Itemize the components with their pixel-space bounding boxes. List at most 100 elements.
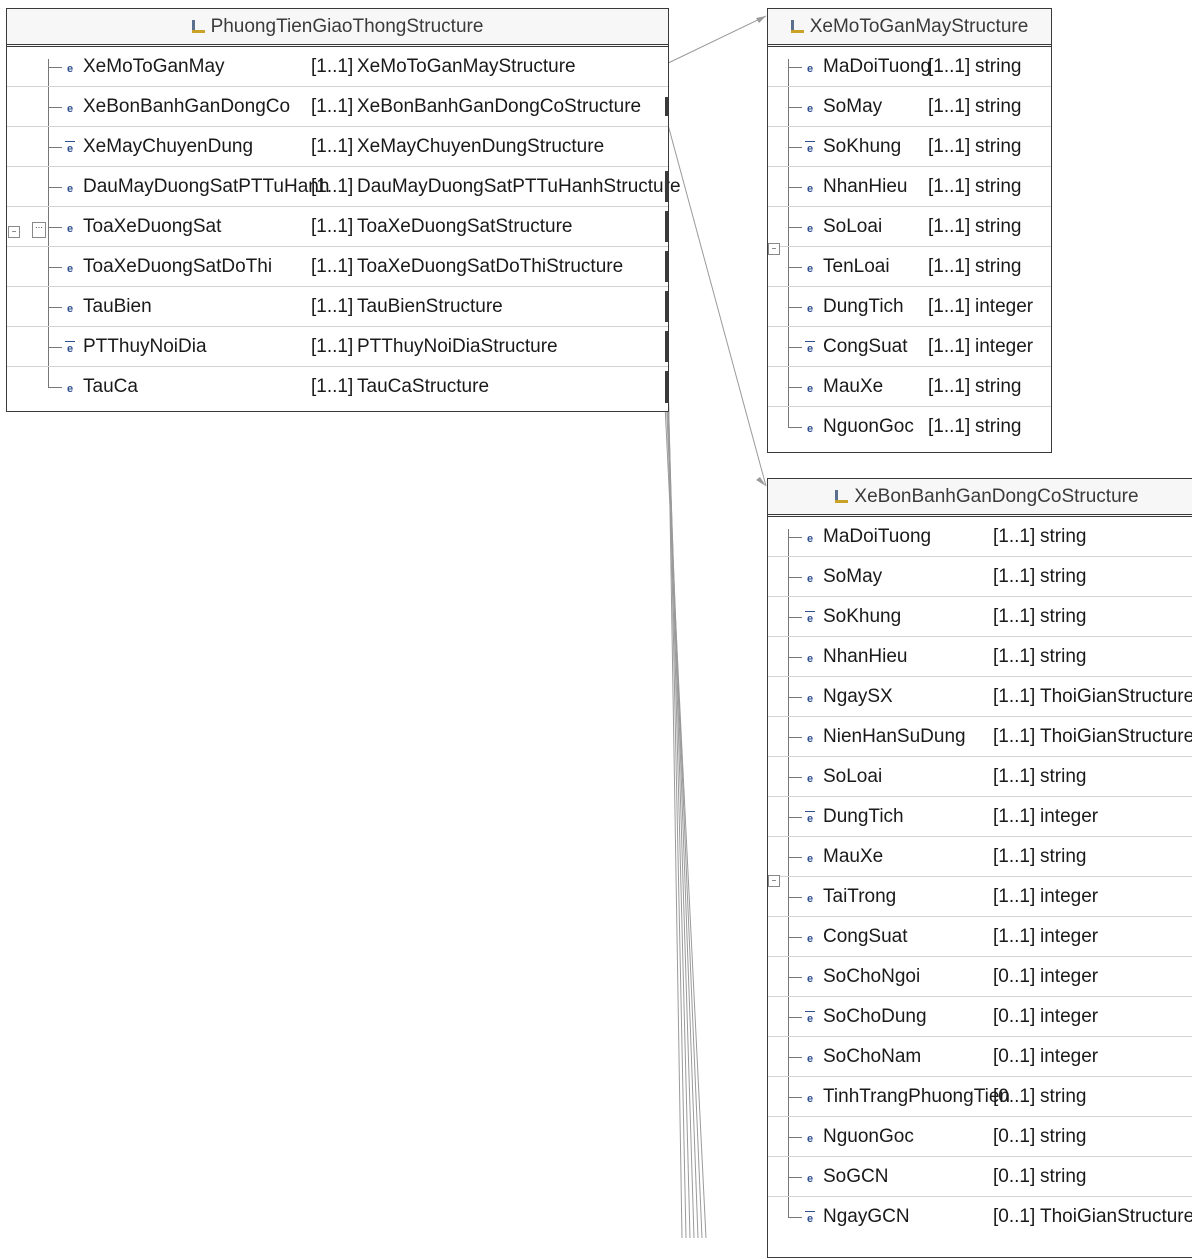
- element-name-text: XeMayChuyenDung: [83, 135, 254, 157]
- cardinality: [1..1]: [928, 215, 971, 237]
- sequence-compositor-icon[interactable]: ⋯: [32, 222, 46, 238]
- element-name: e XeMoToGanMay: [65, 56, 225, 78]
- element-name-text: XeBonBanhGanDongCo: [83, 95, 291, 117]
- element-row[interactable]: e NgayGCN [0..1] ThoiGianStructure: [768, 1197, 1192, 1237]
- tree-branch-line: [788, 227, 802, 228]
- cardinality: [0..1]: [993, 1165, 1036, 1187]
- collapse-toggle-icon[interactable]: −: [768, 875, 780, 887]
- element-type: TauCaStructure: [357, 376, 490, 397]
- expand-handle[interactable]: [665, 211, 668, 242]
- element-name-text: TinhTrangPhuongTien: [823, 1085, 1010, 1107]
- element-type: string: [975, 55, 1022, 77]
- tree-branch-line: [788, 267, 802, 268]
- element-row[interactable]: e TinhTrangPhuongTien [0..1] string: [768, 1077, 1192, 1117]
- element-row[interactable]: e NguonGoc [0..1] string: [768, 1117, 1192, 1157]
- cardinality: [1..1]: [928, 175, 971, 197]
- cardinality: [1..1]: [993, 885, 1036, 907]
- element-name-text: MaDoiTuong: [823, 55, 932, 77]
- element-icon: e: [806, 572, 814, 585]
- expand-handle[interactable]: [665, 331, 668, 362]
- expand-handle[interactable]: [665, 251, 668, 282]
- element-icon: e: [806, 772, 814, 785]
- element-icon: e: [66, 262, 74, 275]
- cardinality: [1..1]: [311, 255, 354, 277]
- element-row[interactable]: e NguonGoc [1..1] string: [768, 407, 1051, 447]
- element-type: ToaXeDuongSatStructure: [357, 215, 573, 237]
- element-row[interactable]: e MaDoiTuong [1..1] string: [768, 47, 1051, 87]
- element-row[interactable]: e ToaXeDuongSatDoThi [1..1] ToaXeDuongSatDo…: [7, 247, 668, 287]
- element-name: e SoLoai: [805, 766, 882, 788]
- element-row[interactable]: e SoChoNgoi [0..1] integer: [768, 957, 1192, 997]
- element-row[interactable]: e MaDoiTuong [1..1] string: [768, 517, 1192, 557]
- element-row[interactable]: e CongSuat [1..1] integer: [768, 327, 1051, 367]
- cardinality: [1..1]: [993, 845, 1036, 867]
- element-type: string: [1040, 645, 1087, 667]
- box-header: XeMoToGanMayStructure: [768, 9, 1051, 47]
- element-row[interactable]: e CongSuat [1..1] integer: [768, 917, 1192, 957]
- element-name-text: DungTich: [823, 295, 904, 317]
- element-name-text: PTThuyNoiDia: [83, 335, 207, 357]
- element-optional-icon: e: [805, 1211, 815, 1225]
- element-name-text: SoChoDung: [823, 1005, 927, 1027]
- element-row[interactable]: e XeMoToGanMay [1..1] XeMoToGanMayStructure: [7, 47, 668, 87]
- element-row[interactable]: e NhanHieu [1..1] string: [768, 167, 1051, 207]
- structure-box-xe-mo-to-gan-may[interactable]: XeMoToGanMayStructure e MaDoiTuong [1..1] s…: [767, 8, 1052, 453]
- element-type: string: [1040, 605, 1087, 627]
- structure-box-phuong-tien-giao-thong[interactable]: PhuongTienGiaoThongStructure e XeMoToGanM…: [6, 8, 681, 412]
- element-row[interactable]: e NgaySX [1..1] ThoiGianStructure: [768, 677, 1192, 717]
- element-type: ToaXeDuongSatDoThiStructure: [357, 255, 624, 277]
- structure-box-xe-bon-banh-gan-dong-co[interactable]: XeBonBanhGanDongCoStructure e MaDoiTuong […: [767, 478, 1192, 1258]
- element-row[interactable]: e SoLoai [1..1] string: [768, 757, 1192, 797]
- element-row[interactable]: e TauBien [1..1] TauBienStructure: [7, 287, 668, 327]
- element-row[interactable]: e SoLoai [1..1] string: [768, 207, 1051, 247]
- element-row[interactable]: e TaiTrong [1..1] integer: [768, 877, 1192, 917]
- element-row[interactable]: e NienHanSuDung [1..1] ThoiGianStructure: [768, 717, 1192, 757]
- element-row[interactable]: e SoKhung [1..1] string: [768, 127, 1051, 167]
- expand-handle[interactable]: [665, 371, 668, 403]
- element-name: e NgayGCN: [805, 1206, 910, 1228]
- element-row[interactable]: e TauCa [1..1] TauCaStructure: [7, 367, 668, 407]
- element-row[interactable]: e NhanHieu [1..1] string: [768, 637, 1192, 677]
- element-row[interactable]: e XeMayChuyenDung [1..1] XeMayChuyenDungStr…: [7, 127, 668, 167]
- collapse-toggle-icon[interactable]: −: [8, 226, 20, 238]
- element-type: integer: [1040, 885, 1099, 907]
- element-row[interactable]: e SoChoDung [0..1] integer: [768, 997, 1192, 1037]
- element-name: e SoLoai: [805, 216, 882, 238]
- element-name-text: MaDoiTuong: [823, 525, 932, 547]
- element-row[interactable]: e SoMay [1..1] string: [768, 557, 1192, 597]
- cardinality: [1..1]: [311, 295, 354, 317]
- element-row[interactable]: e MauXe [1..1] string: [768, 367, 1051, 407]
- element-icon: e: [806, 222, 814, 235]
- tree-branch-line: [788, 387, 802, 388]
- element-name-text: TauCa: [83, 376, 138, 397]
- element-name: e CongSuat: [805, 926, 908, 948]
- element-name: e TenLoai: [805, 256, 890, 278]
- expand-handle[interactable]: [665, 97, 668, 116]
- element-row[interactable]: e SoKhung [1..1] string: [768, 597, 1192, 637]
- cardinality: [1..1]: [928, 416, 971, 437]
- element-row[interactable]: e DungTich [1..1] integer: [768, 797, 1192, 837]
- collapse-toggle-icon[interactable]: −: [768, 243, 780, 255]
- element-icon: e: [806, 423, 814, 435]
- cardinality: [1..1]: [993, 685, 1036, 707]
- tree-branch-line: [788, 577, 802, 578]
- element-row[interactable]: e SoChoNam [0..1] integer: [768, 1037, 1192, 1077]
- element-name-text: TaiTrong: [823, 885, 897, 907]
- element-row[interactable]: e SoGCN [0..1] string: [768, 1157, 1192, 1197]
- cardinality: [1..1]: [311, 175, 354, 197]
- element-name: e CongSuat: [805, 336, 908, 358]
- element-type: XeMoToGanMayStructure: [357, 55, 576, 77]
- element-name-text: SoMay: [823, 565, 883, 587]
- expand-handle[interactable]: [665, 171, 668, 202]
- element-row[interactable]: e PTThuyNoiDia [1..1] PTThuyNoiDiaStructure: [7, 327, 668, 367]
- element-row[interactable]: e TenLoai [1..1] string: [768, 247, 1051, 287]
- element-row[interactable]: e SoMay [1..1] string: [768, 87, 1051, 127]
- element-row[interactable]: e DauMayDuongSatPTTuHanh [1..1] DauMayDuong…: [7, 167, 681, 207]
- element-row[interactable]: e DungTich [1..1] integer: [768, 287, 1051, 327]
- element-name-text: NguonGoc: [823, 416, 914, 437]
- element-row[interactable]: e XeBonBanhGanDongCo [1..1] XeBonBanhGanDon…: [7, 87, 668, 127]
- element-row[interactable]: e MauXe [1..1] string: [768, 837, 1192, 877]
- element-row[interactable]: e ToaXeDuongSat [1..1] ToaXeDuongSatStructu…: [7, 207, 668, 247]
- expand-handle[interactable]: [665, 291, 668, 322]
- tree-branch-line: [788, 1057, 802, 1058]
